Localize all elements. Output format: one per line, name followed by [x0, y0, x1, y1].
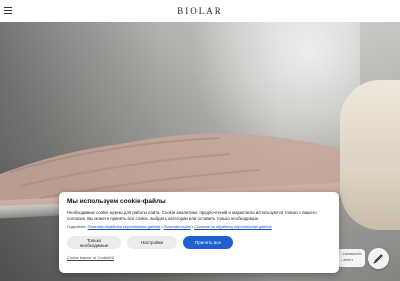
details-label: Подробнее: — [67, 225, 87, 229]
cookie-banner: Мы используем cookie-файлы Необходимые c… — [59, 192, 339, 273]
hamburger-menu-icon[interactable] — [4, 7, 12, 14]
chat-prompt-bubble[interactable]: ...напишите ...агент — [337, 249, 365, 267]
cookie-title: Мы используем cookie-файлы — [67, 198, 166, 205]
settings-button[interactable]: Настройки — [127, 236, 177, 249]
brand-logo[interactable]: BIOLAR — [177, 6, 223, 16]
powered-by-link[interactable]: Cookie banner от CookieKit — [67, 256, 331, 260]
privacy-policy-link[interactable]: Политика обработки персональных данных — [88, 225, 161, 229]
cookie-policy-link[interactable]: Политика cookie — [164, 225, 191, 229]
chat-icon — [373, 254, 383, 264]
site-header: BIOLAR — [0, 0, 400, 23]
cookie-description: Необходимые cookie нужны для работы сайт… — [67, 210, 317, 221]
data-consent-link[interactable]: Согласие на обработку персональных данны… — [194, 225, 271, 229]
accept-all-button[interactable]: Принять все — [183, 236, 233, 249]
cookie-buttons: Только необходимые Настройки Принять все — [67, 236, 331, 249]
chat-button[interactable] — [368, 248, 389, 269]
hero-sleeve — [340, 80, 400, 230]
cookie-policy-links: Подробнее: Политика обработки персональн… — [67, 225, 272, 229]
necessary-only-button[interactable]: Только необходимые — [67, 236, 121, 249]
